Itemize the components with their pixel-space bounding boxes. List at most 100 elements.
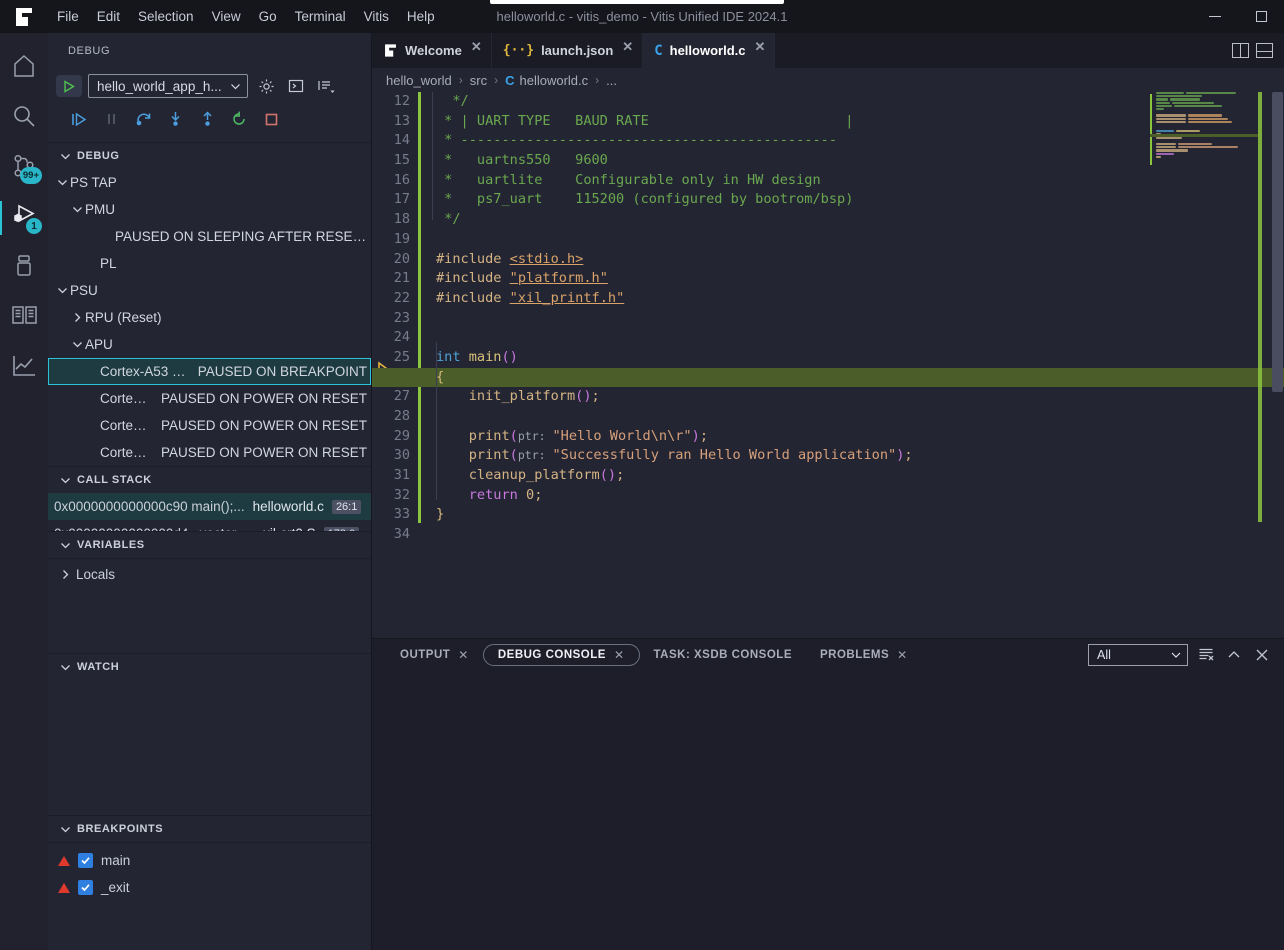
clear-console-button[interactable] — [1196, 645, 1216, 665]
code-editor[interactable]: 1213141516171819202122232425262728293031… — [372, 92, 1284, 638]
menu-item-terminal[interactable]: Terminal — [286, 5, 355, 28]
debug-tree-item[interactable]: PS TAP — [48, 169, 371, 196]
activity-bar-item-home[interactable] — [0, 43, 48, 93]
activity-bar-item-analysis[interactable] — [0, 343, 48, 393]
menu-item-selection[interactable]: Selection — [129, 5, 203, 28]
breakpoint-checkbox[interactable] — [78, 853, 93, 868]
editor-tab-welcome[interactable]: Welcome ✕ — [372, 33, 492, 68]
breadcrumb-item[interactable]: ... — [606, 73, 617, 88]
gear-icon[interactable] — [254, 74, 278, 98]
editor-vertical-scrollbar[interactable] — [1270, 92, 1284, 638]
section-header-variables[interactable]: VARIABLES — [48, 531, 371, 558]
breadcrumb-item[interactable]: Chelloworld.c — [505, 73, 588, 88]
debug-tree-item[interactable]: PMU — [48, 196, 371, 223]
console-filter-select[interactable]: All — [1088, 643, 1188, 666]
panel-tab-output[interactable]: OUTPUT ✕ — [386, 644, 483, 666]
activity-bar-item-run-and-debug[interactable]: 1 — [0, 193, 48, 243]
section-header-callstack[interactable]: CALL STACK — [48, 466, 371, 493]
activity-bar-item-examples[interactable] — [0, 293, 48, 343]
close-icon[interactable]: ✕ — [471, 39, 482, 55]
breakpoint-row[interactable]: main — [48, 847, 371, 874]
debug-tree-item[interactable]: Cortex-A53 #0 PAUSED ON BREAKPOINT — [48, 358, 371, 385]
code-token: ( — [509, 447, 518, 464]
step-into-button[interactable] — [160, 106, 190, 132]
chevron-down-icon[interactable] — [69, 202, 85, 218]
maximize-button[interactable] — [1238, 0, 1284, 33]
panel-tab-debug-console[interactable]: DEBUG CONSOLE ✕ — [482, 643, 640, 666]
panel-tab-task--xsdb-console[interactable]: TASK: XSDB CONSOLE — [640, 644, 807, 666]
code-line[interactable]: { — [372, 367, 1284, 388]
split-editor-right-button[interactable] — [1230, 41, 1250, 61]
editor-tab-helloworld-c[interactable]: Chelloworld.c ✕ — [643, 33, 776, 68]
editor-tab-launch-json[interactable]: {··} launch.json ✕ — [492, 33, 644, 68]
menu-item-edit[interactable]: Edit — [88, 5, 129, 28]
debug-tree-label: PL — [100, 256, 117, 271]
debug-tree-item[interactable]: Cortex-A5... PAUSED ON POWER ON RESET — [48, 439, 371, 466]
chevron-down-icon — [58, 538, 72, 552]
step-out-button[interactable] — [192, 106, 222, 132]
debug-tree-item[interactable]: APU — [48, 331, 371, 358]
debug-tree-item[interactable]: Cortex-A5... PAUSED ON POWER ON RESET — [48, 412, 371, 439]
chevron-down-icon[interactable] — [54, 283, 70, 299]
debug-tree-item[interactable]: PAUSED ON SLEEPING AFTER RESET. NO CLO — [48, 223, 371, 250]
close-icon[interactable]: ✕ — [622, 39, 633, 55]
chevron-down-icon[interactable] — [69, 337, 85, 353]
activity-bar-item-search[interactable] — [0, 93, 48, 143]
continue-button[interactable] — [64, 106, 94, 132]
line-number: 22 — [393, 289, 410, 306]
breakpoint-row[interactable]: _exit — [48, 874, 371, 901]
menu-item-help[interactable]: Help — [398, 5, 444, 28]
close-panel-button[interactable] — [1252, 645, 1272, 665]
menu-item-view[interactable]: View — [203, 5, 250, 28]
minimize-button[interactable] — [1192, 0, 1238, 33]
start-debugging-button[interactable] — [56, 75, 82, 97]
pause-button[interactable] — [96, 106, 126, 132]
launch-config-select[interactable]: hello_world_app_h... — [88, 74, 248, 98]
debug-console-output[interactable] — [372, 670, 1284, 950]
minimap[interactable] — [1150, 92, 1262, 638]
menu-item-go[interactable]: Go — [250, 5, 286, 28]
breakpoint-checkbox[interactable] — [78, 880, 93, 895]
call-stack-frame[interactable]: 0x00000000000000d4 _vector_...xil-crt0.S… — [48, 520, 371, 531]
breadcrumb-item[interactable]: src — [470, 73, 487, 88]
stop-button[interactable] — [256, 106, 286, 132]
debug-tree-label: PAUSED ON SLEEPING AFTER RESET. NO CLO — [115, 229, 367, 244]
bottom-panel: OUTPUT ✕ DEBUG CONSOLE ✕ TASK: XSDB CONSOLE P… — [372, 638, 1284, 950]
close-icon[interactable]: ✕ — [458, 648, 469, 662]
views-and-more-actions-icon[interactable] — [314, 74, 338, 98]
editor-tab-label: Welcome — [405, 43, 462, 58]
section-header-debug[interactable]: DEBUG — [48, 142, 371, 169]
debug-toolbar — [56, 106, 363, 132]
breadcrumb-item[interactable]: hello_world — [386, 73, 452, 88]
minimap-slider[interactable] — [1258, 92, 1262, 522]
activity-bar-item-source-control[interactable]: 99+ — [0, 143, 48, 193]
restart-button[interactable] — [224, 106, 254, 132]
line-number: 32 — [393, 486, 410, 503]
step-over-button[interactable] — [128, 106, 158, 132]
menu-item-file[interactable]: File — [48, 5, 88, 28]
code-token: #include — [436, 250, 510, 267]
section-label: VARIABLES — [77, 539, 145, 551]
collapse-panel-button[interactable] — [1224, 645, 1244, 665]
debug-terminal-icon[interactable] — [284, 74, 308, 98]
debug-tree-item[interactable]: RPU (Reset) — [48, 304, 371, 331]
chevron-down-icon[interactable] — [54, 175, 70, 191]
call-stack-frame[interactable]: 0x0000000000000c90 main();... helloworld.… — [48, 493, 371, 520]
activity-bar-item-extensions[interactable] — [0, 243, 48, 293]
section-header-breakpoints[interactable]: BREAKPOINTS — [48, 815, 371, 842]
toggle-panel-button[interactable] — [1254, 41, 1274, 61]
debug-tree-item[interactable]: PL — [48, 250, 371, 277]
debug-tree-item[interactable]: PSU — [48, 277, 371, 304]
close-icon[interactable]: ✕ — [897, 648, 908, 662]
chevron-right-icon[interactable] — [69, 310, 85, 326]
close-icon[interactable]: ✕ — [754, 39, 765, 55]
menu-item-vitis[interactable]: Vitis — [355, 5, 398, 28]
debug-tree-item[interactable]: Cortex-A5... PAUSED ON POWER ON RESET — [48, 385, 371, 412]
section-header-watch[interactable]: WATCH — [48, 653, 371, 680]
line-number: 27 — [393, 388, 410, 405]
close-icon[interactable]: ✕ — [614, 648, 625, 662]
breadcrumb-label: ... — [606, 72, 617, 88]
variables-scope-row[interactable]: Locals — [48, 559, 371, 589]
panel-tab-problems[interactable]: PROBLEMS ✕ — [806, 644, 922, 666]
